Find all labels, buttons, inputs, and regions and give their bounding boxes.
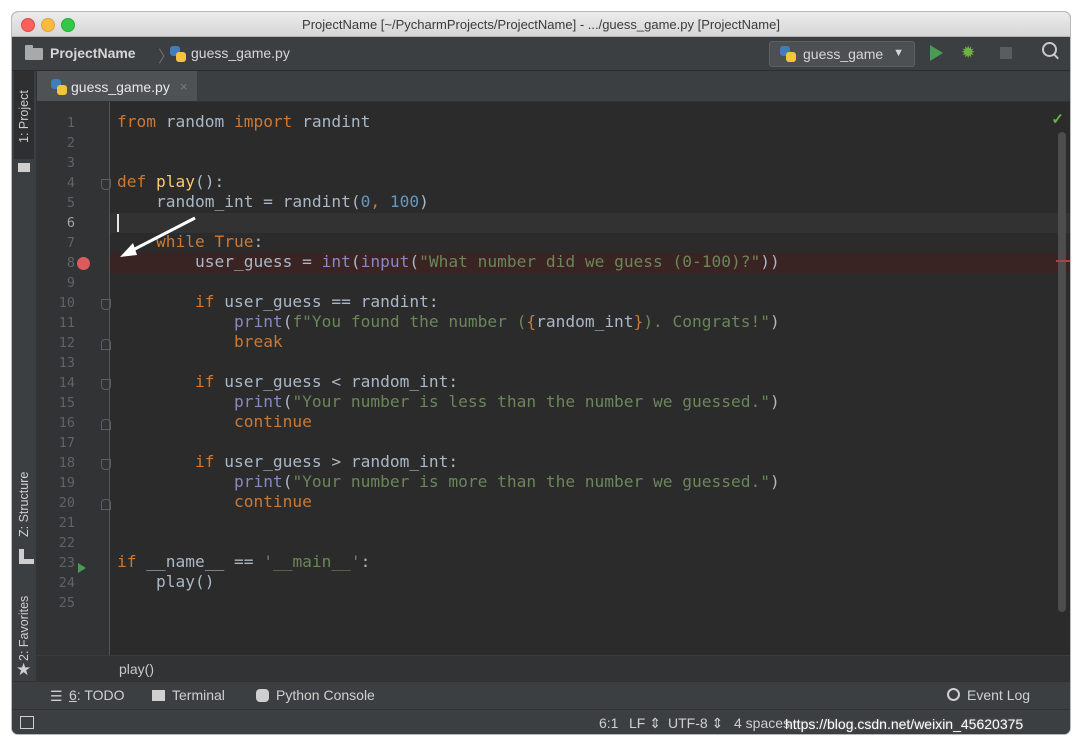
line-number: 10 <box>58 295 75 311</box>
stop-icon[interactable] <box>1000 47 1012 59</box>
navigation-bar: ProjectName 〉 guess_game.py guess_game ▼… <box>12 37 1070 71</box>
left-tool-strip: 1: Project Z: Structure 2: Favorites ★ <box>12 71 37 703</box>
code-line-18: if user_guess > random_int: <box>117 452 459 471</box>
line-number: 15 <box>58 395 75 411</box>
chevron-down-icon: ▼ <box>893 47 904 59</box>
fold-marker[interactable] <box>101 419 111 430</box>
vertical-scrollbar[interactable] <box>1058 132 1066 612</box>
code-line-20: continue <box>233 492 312 511</box>
debug-icon[interactable]: ✹ <box>961 43 975 63</box>
check-icon: ✓ <box>1051 111 1064 128</box>
python-file-icon <box>51 79 67 95</box>
line-separator-label: LF <box>629 715 646 731</box>
watermark: https://blog.csdn.net/weixin_45620375 <box>785 716 1024 732</box>
tab-structure[interactable]: Z: Structure <box>14 451 34 547</box>
line-number: 12 <box>58 335 75 351</box>
fold-marker[interactable] <box>101 339 111 350</box>
tab-project-label: 1: Project <box>17 90 31 143</box>
line-number: 9 <box>66 275 75 291</box>
code-line-8: user_guess = int(input("What number did … <box>117 252 780 271</box>
tab-guess-game[interactable]: guess_game.py × <box>37 71 197 101</box>
run-configuration-label: guess_game <box>803 46 884 62</box>
status-encoding[interactable]: UTF-8 ⇕ <box>668 715 723 732</box>
line-number: 21 <box>58 515 75 531</box>
run-icon[interactable] <box>930 45 943 61</box>
tab-label: guess_game.py <box>71 79 170 95</box>
run-gutter-icon[interactable] <box>78 563 86 573</box>
close-icon[interactable]: × <box>180 79 188 94</box>
nav-project[interactable]: ProjectName <box>50 45 136 61</box>
editor-breadcrumb-bar: play() <box>37 655 1070 681</box>
tool-window-bar: ☰ 6: TODO Terminal Python Console Event … <box>12 681 1070 709</box>
todo-icon: ☰ <box>50 688 63 704</box>
fold-marker[interactable] <box>101 459 111 470</box>
code-line-12: break <box>233 332 283 351</box>
breadcrumb[interactable]: play() <box>119 661 154 677</box>
event-log-icon <box>947 688 960 701</box>
fold-marker[interactable] <box>101 299 111 310</box>
tool-todo[interactable]: 6: TODO <box>69 687 125 703</box>
tab-project[interactable]: 1: Project <box>14 71 34 159</box>
code-line-19: print("Your number is more than the numb… <box>233 472 780 491</box>
code-line-14: if user_guess < random_int: <box>117 372 459 391</box>
status-caret-position[interactable]: 6:1 <box>599 715 618 731</box>
code-line-15: print("Your number is less than the numb… <box>233 392 780 411</box>
code-line-10: if user_guess == randint: <box>117 292 439 311</box>
structure-icon <box>19 549 34 564</box>
status-line-separator[interactable]: LF ⇕ <box>629 715 661 732</box>
run-configuration-select[interactable]: guess_game ▼ <box>769 41 915 67</box>
code-editor[interactable]: 1 2 3 4 5 6 7 8 9 10 11 12 13 14 15 16 1… <box>37 102 1070 655</box>
code-line-7: while True: <box>117 232 264 251</box>
code-line-4: def play(): <box>117 172 225 191</box>
tab-favorites-label: 2: Favorites <box>17 595 31 661</box>
current-line-highlight <box>110 213 1070 233</box>
line-number: 25 <box>58 595 75 611</box>
title-bar: ProjectName [~/PycharmProjects/ProjectNa… <box>12 12 1070 37</box>
code-line-23: if __name__ == '__main__': <box>117 552 371 571</box>
line-number: 17 <box>58 435 75 451</box>
terminal-icon <box>152 690 165 701</box>
line-number: 23 <box>58 555 75 571</box>
line-number: 19 <box>58 475 75 491</box>
editor-tab-bar: guess_game.py × <box>37 71 1070 102</box>
line-number: 11 <box>58 315 75 331</box>
tool-event-log[interactable]: Event Log <box>967 687 1030 703</box>
encoding-label: UTF-8 <box>668 715 708 731</box>
tool-terminal[interactable]: Terminal <box>172 687 225 703</box>
folder-icon <box>18 163 30 172</box>
line-number: 24 <box>58 575 75 591</box>
nav-file[interactable]: guess_game.py <box>191 45 290 61</box>
pycharm-window: ProjectName [~/PycharmProjects/ProjectNa… <box>12 12 1070 734</box>
code-line-16: continue <box>233 412 312 431</box>
python-file-icon <box>170 46 186 62</box>
python-icon <box>780 46 796 62</box>
line-number: 18 <box>58 455 75 471</box>
code-line-24: play() <box>117 572 215 591</box>
todo-shortcut: 6 <box>69 687 77 703</box>
code-line-5: random_int = randint(0, 100) <box>117 192 429 211</box>
fold-marker[interactable] <box>101 499 111 510</box>
line-number: 16 <box>58 415 75 431</box>
folder-icon <box>25 45 43 60</box>
status-indent[interactable]: 4 spaces <box>734 715 790 731</box>
fold-marker[interactable] <box>101 379 111 390</box>
code-line-11: print(f"You found the number ({random_in… <box>233 312 780 331</box>
search-icon[interactable] <box>1041 41 1061 61</box>
todo-label: : TODO <box>76 687 125 703</box>
python-console-icon <box>256 689 269 702</box>
star-icon: ★ <box>16 660 32 679</box>
tab-favorites[interactable]: 2: Favorites <box>14 571 34 671</box>
tool-windows-toggle-icon[interactable] <box>20 716 34 729</box>
line-number: 22 <box>58 535 75 551</box>
line-number: 14 <box>58 375 75 391</box>
window-title: ProjectName [~/PycharmProjects/ProjectNa… <box>302 17 780 32</box>
line-number: 13 <box>58 355 75 371</box>
tool-python-console[interactable]: Python Console <box>276 687 375 703</box>
breakpoint-stripe-marker[interactable] <box>1056 260 1070 262</box>
tab-structure-label: Z: Structure <box>17 471 31 537</box>
code-line-1: from random import randint <box>117 112 371 131</box>
line-number: 20 <box>58 495 75 511</box>
annotation-arrow-icon <box>120 216 196 257</box>
